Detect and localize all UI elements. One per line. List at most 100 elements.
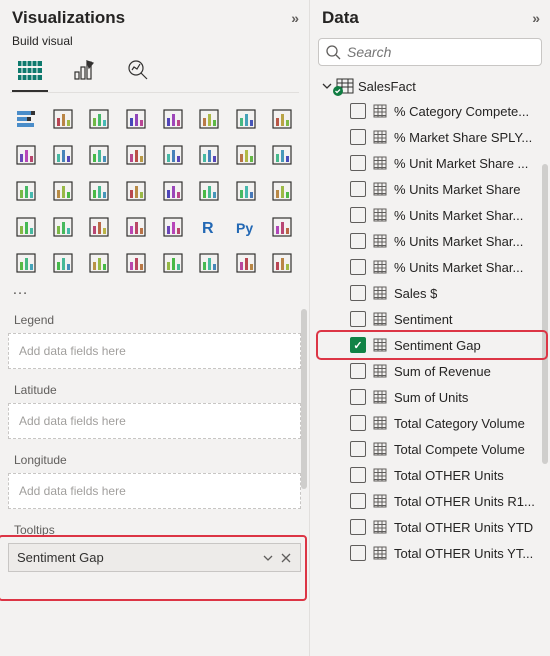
field-row[interactable]: Sales $ xyxy=(318,280,546,306)
field-checkbox[interactable] xyxy=(350,103,366,119)
field-checkbox[interactable] xyxy=(350,441,366,457)
field-checkbox[interactable] xyxy=(350,207,366,223)
field-checkbox[interactable] xyxy=(350,233,366,249)
viz-type-matrix[interactable] xyxy=(157,211,189,243)
viz-type-card[interactable] xyxy=(266,175,298,207)
field-checkbox[interactable] xyxy=(350,155,366,171)
viz-type-decomposition[interactable] xyxy=(10,247,42,279)
field-label: Total OTHER Units YT... xyxy=(394,546,533,561)
viz-type-kpi[interactable] xyxy=(47,211,79,243)
viz-type-py[interactable]: Py xyxy=(230,211,262,243)
chevron-down-icon[interactable] xyxy=(262,552,274,564)
measure-icon xyxy=(372,415,388,431)
search-input[interactable] xyxy=(347,44,535,60)
viz-type-paginated[interactable] xyxy=(157,247,189,279)
field-row[interactable]: % Units Market Share xyxy=(318,176,546,202)
field-checkbox[interactable] xyxy=(350,545,366,561)
field-checkbox[interactable] xyxy=(350,389,366,405)
collapse-icon[interactable]: » xyxy=(291,10,299,26)
field-row[interactable]: % Units Market Shar... xyxy=(318,228,546,254)
search-icon xyxy=(325,43,343,61)
viz-type-100-column[interactable] xyxy=(193,103,225,135)
table-salesfact[interactable]: SalesFact xyxy=(318,74,546,98)
viz-type-scatter[interactable] xyxy=(230,139,262,171)
format-visual-tab[interactable] xyxy=(68,54,100,86)
field-chip[interactable]: Sentiment Gap xyxy=(8,543,301,572)
well-dropzone[interactable]: Add data fields here xyxy=(8,333,301,369)
field-row[interactable]: Total OTHER Units YTD xyxy=(318,514,546,540)
field-row[interactable]: % Units Market Shar... xyxy=(318,202,546,228)
field-checkbox[interactable] xyxy=(350,129,366,145)
field-checkbox[interactable] xyxy=(350,285,366,301)
field-row[interactable]: Sum of Revenue xyxy=(318,358,546,384)
viz-type-stacked-area[interactable] xyxy=(10,139,42,171)
field-checkbox[interactable] xyxy=(350,467,366,483)
field-checkbox[interactable] xyxy=(350,337,366,353)
viz-type-line-stacked[interactable] xyxy=(47,139,79,171)
viz-more-button[interactable]: … xyxy=(0,279,309,307)
field-checkbox[interactable] xyxy=(350,311,366,327)
viz-type-100-bar[interactable] xyxy=(157,103,189,135)
viz-type-pie[interactable] xyxy=(266,139,298,171)
field-row[interactable]: Sum of Units xyxy=(318,384,546,410)
measure-icon xyxy=(372,233,388,249)
table-name: SalesFact xyxy=(358,79,416,94)
viz-type-donut[interactable] xyxy=(10,175,42,207)
viz-type-waterfall[interactable] xyxy=(157,139,189,171)
well-label: Legend xyxy=(8,307,301,333)
viz-type-table[interactable] xyxy=(120,211,152,243)
viz-type-r[interactable]: R xyxy=(193,211,225,243)
field-row[interactable]: Total Compete Volume xyxy=(318,436,546,462)
viz-type-power-apps[interactable] xyxy=(193,247,225,279)
field-label: % Unit Market Share ... xyxy=(394,156,528,171)
viz-type-filled-map[interactable] xyxy=(120,175,152,207)
field-checkbox[interactable] xyxy=(350,259,366,275)
viz-type-funnel[interactable] xyxy=(193,139,225,171)
field-checkbox[interactable] xyxy=(350,181,366,197)
field-row[interactable]: % Units Market Shar... xyxy=(318,254,546,280)
well-dropzone[interactable]: Add data fields here xyxy=(8,473,301,509)
viz-type-azure-map[interactable] xyxy=(157,175,189,207)
field-row[interactable]: % Category Compete... xyxy=(318,98,546,124)
viz-type-power-automate[interactable] xyxy=(230,247,262,279)
viz-type-stacked-column[interactable] xyxy=(47,103,79,135)
field-row[interactable]: % Market Share SPLY... xyxy=(318,124,546,150)
viz-type-ribbon[interactable] xyxy=(120,139,152,171)
field-row[interactable]: Total Category Volume xyxy=(318,410,546,436)
field-row[interactable]: % Unit Market Share ... xyxy=(318,150,546,176)
viz-type-more-viz[interactable] xyxy=(266,247,298,279)
viz-type-key-influencers[interactable] xyxy=(266,211,298,243)
search-box[interactable] xyxy=(318,38,542,66)
field-checkbox[interactable] xyxy=(350,493,366,509)
field-row[interactable]: Sentiment Gap xyxy=(318,332,546,358)
scrollbar[interactable] xyxy=(301,309,307,489)
close-icon[interactable] xyxy=(280,552,292,564)
field-row[interactable]: Sentiment xyxy=(318,306,546,332)
viz-type-clustered-bar[interactable] xyxy=(83,103,115,135)
viz-type-slicer[interactable] xyxy=(83,211,115,243)
field-row[interactable]: Total OTHER Units R1... xyxy=(318,488,546,514)
field-checkbox[interactable] xyxy=(350,519,366,535)
viz-type-map[interactable] xyxy=(83,175,115,207)
viz-type-stacked-bar[interactable] xyxy=(10,103,42,135)
viz-type-gauge[interactable] xyxy=(230,175,262,207)
viz-type-multi-card[interactable] xyxy=(10,211,42,243)
viz-type-clustered-column[interactable] xyxy=(120,103,152,135)
field-checkbox[interactable] xyxy=(350,363,366,379)
build-visual-tab[interactable] xyxy=(14,54,46,86)
viz-type-area[interactable] xyxy=(266,103,298,135)
viz-type-line[interactable] xyxy=(230,103,262,135)
viz-type-shape-map[interactable] xyxy=(193,175,225,207)
field-row[interactable]: Total OTHER Units xyxy=(318,462,546,488)
field-checkbox[interactable] xyxy=(350,415,366,431)
collapse-icon[interactable]: » xyxy=(532,10,540,26)
field-row[interactable]: Total OTHER Units YT... xyxy=(318,540,546,566)
viz-type-metrics[interactable] xyxy=(120,247,152,279)
scrollbar[interactable] xyxy=(542,164,548,464)
well-dropzone[interactable]: Add data fields here xyxy=(8,403,301,439)
viz-type-smart-narrative[interactable] xyxy=(83,247,115,279)
analytics-tab[interactable] xyxy=(122,54,154,86)
viz-type-qa[interactable] xyxy=(47,247,79,279)
viz-type-treemap[interactable] xyxy=(47,175,79,207)
viz-type-line-column[interactable] xyxy=(83,139,115,171)
